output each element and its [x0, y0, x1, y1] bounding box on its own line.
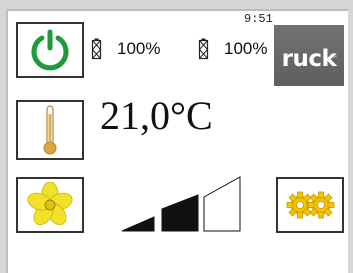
- fan-icon: [27, 182, 73, 226]
- temperature-display: 21,0°C: [100, 93, 213, 138]
- fan-button[interactable]: [16, 177, 84, 233]
- fan-level-bar-3: [203, 176, 241, 232]
- battery-icon: [198, 38, 209, 60]
- fan-level-bar-1: [121, 216, 155, 232]
- fan-level-bar-2: [161, 194, 199, 232]
- battery-status-1: 100%: [91, 36, 160, 62]
- brand-logo-text: ruck: [281, 45, 337, 72]
- gears-icon: [286, 191, 335, 219]
- settings-button[interactable]: [276, 177, 344, 233]
- power-button[interactable]: [16, 22, 84, 78]
- clock: 9:51: [244, 12, 273, 26]
- brand-trademark: ™: [332, 55, 337, 61]
- brand-logo: ruck ™: [274, 25, 344, 86]
- battery-1-label: 100%: [117, 39, 161, 58]
- temperature-button[interactable]: [16, 100, 84, 160]
- battery-icon: [91, 38, 102, 60]
- power-icon: [31, 29, 69, 71]
- battery-2-label: 100%: [224, 39, 268, 58]
- battery-status-2: 100%: [198, 36, 267, 62]
- thermometer-icon: [43, 105, 57, 155]
- fan-level-indicator[interactable]: [118, 175, 248, 235]
